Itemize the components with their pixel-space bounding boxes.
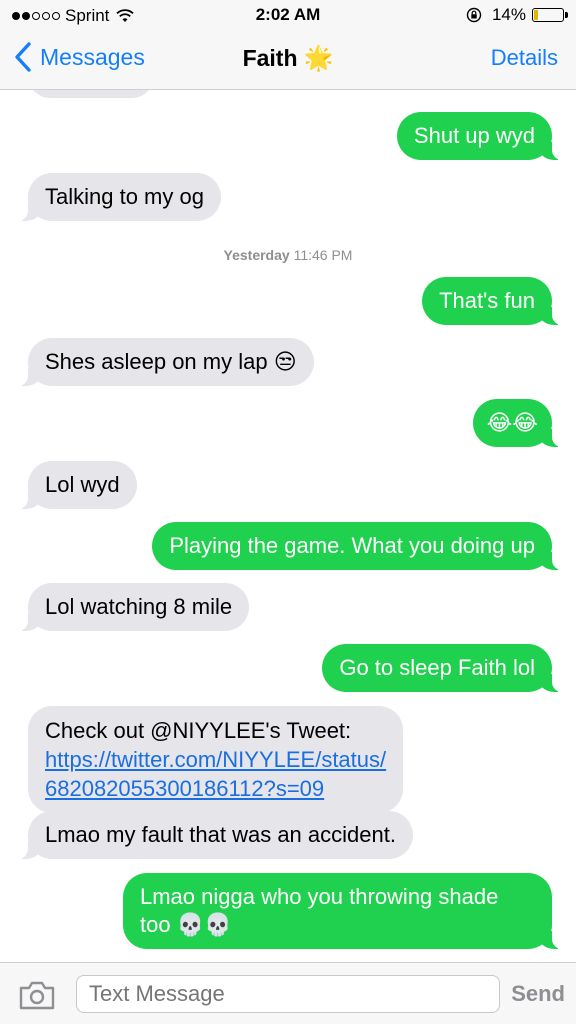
tweet-link-line-2[interactable]: 682082055300186112?s=09 xyxy=(45,774,386,803)
timestamp-time: 11:46 PM xyxy=(293,247,353,263)
message-thread[interactable]: Shut up wyd Talking to my og Yesterday 1… xyxy=(0,90,576,962)
battery-group: 14% xyxy=(466,5,568,25)
battery-percent: 14% xyxy=(491,5,526,24)
message-bubble-outgoing[interactable]: That's fun xyxy=(422,277,562,325)
camera-icon[interactable] xyxy=(18,980,56,1010)
message-bubble-incoming[interactable]: Talking to my og xyxy=(18,173,221,221)
message-text: Lol wyd xyxy=(45,472,120,497)
send-button[interactable]: Send xyxy=(511,981,565,1007)
message-text: Lmao nigga who you throwing shade xyxy=(140,884,499,909)
navigation-bar: Messages Faith 🌟 Details xyxy=(0,30,576,90)
glowing-star-emoji: 🌟 xyxy=(303,45,334,72)
message-bubble-incoming[interactable]: Shes asleep on my lap 😒 xyxy=(18,338,314,386)
message-text: That's fun xyxy=(439,288,535,313)
timestamp-divider: Yesterday 11:46 PM xyxy=(0,247,576,263)
message-text: Shes asleep on my lap xyxy=(45,349,268,374)
message-bubble-incoming-link[interactable]: Check out @NIYYLEE's Tweet: https://twit… xyxy=(28,706,404,813)
message-text: Talking to my og xyxy=(45,184,204,209)
message-text-line-2: too xyxy=(140,912,171,937)
battery-level xyxy=(534,10,539,20)
message-text: Lol watching 8 mile xyxy=(45,594,233,619)
unamused-face-emoji: 😒 xyxy=(273,349,297,374)
skull-emoji: 💀💀 xyxy=(176,912,232,937)
message-bubble-incoming[interactable]: Lmao my fault that was an accident. xyxy=(18,811,413,859)
message-text: Shut up wyd xyxy=(413,123,535,148)
battery-icon xyxy=(532,8,568,22)
message-bubble-incoming[interactable]: Lol wyd xyxy=(18,461,137,509)
message-text: Check out @NIYYLEE's Tweet: xyxy=(45,718,352,743)
message-bubble-cut-off xyxy=(28,90,154,98)
message-text: Lmao my fault that was an accident. xyxy=(45,822,396,847)
message-input[interactable] xyxy=(76,975,500,1013)
message-bubble-outgoing[interactable]: Shut up wyd xyxy=(396,112,563,160)
contact-name: Faith xyxy=(242,45,298,71)
tears-of-joy-emoji: 😂😂 xyxy=(486,410,538,435)
message-text: Go to sleep Faith lol xyxy=(339,655,535,680)
message-text: Playing the game. What you doing up xyxy=(169,533,535,558)
message-bubble-incoming[interactable]: Lol watching 8 mile xyxy=(17,583,250,631)
timestamp-day: Yesterday xyxy=(223,247,290,263)
message-bubble-outgoing[interactable]: Playing the game. What you doing up xyxy=(152,522,562,570)
details-button[interactable]: Details xyxy=(491,45,558,71)
message-bubble-outgoing[interactable]: Lmao nigga who you throwing shade too 💀💀 xyxy=(123,873,562,949)
rotation-lock-icon xyxy=(466,7,482,23)
compose-bar: Send xyxy=(0,962,576,1024)
tweet-link-line-1[interactable]: https://twitter.com/NIYYLEE/status/ xyxy=(45,745,386,774)
message-bubble-outgoing[interactable]: 😂😂 xyxy=(472,399,563,447)
message-bubble-outgoing[interactable]: Go to sleep Faith lol xyxy=(322,644,562,692)
status-bar: Sprint 2:02 AM 14% xyxy=(0,0,576,30)
contact-title[interactable]: Faith 🌟 xyxy=(0,44,576,73)
